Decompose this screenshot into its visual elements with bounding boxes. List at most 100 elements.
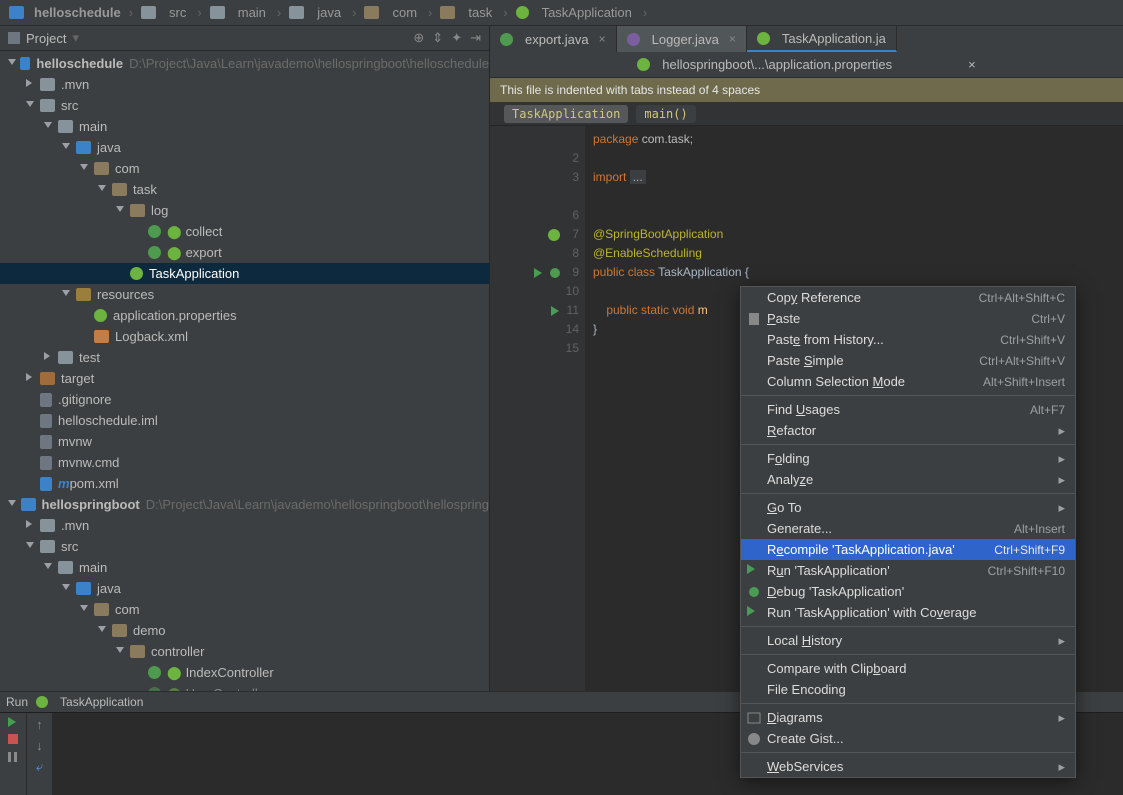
tree-item[interactable]: resources bbox=[97, 287, 154, 302]
menu-run[interactable]: Run 'TaskApplication'Ctrl+Shift+F10 bbox=[741, 560, 1075, 581]
project-icon bbox=[8, 32, 20, 44]
editor-breadcrumb: TaskApplication main() bbox=[490, 102, 1123, 126]
tree-item[interactable]: .mvn bbox=[61, 77, 89, 92]
tree-item[interactable]: java bbox=[97, 581, 121, 596]
tree-item[interactable]: Logback.xml bbox=[115, 329, 188, 344]
tree-item[interactable]: main bbox=[79, 560, 107, 575]
menu-folding[interactable]: Folding▸ bbox=[741, 448, 1075, 469]
tree-root-path: D:\Project\Java\Learn\javademo\hellospri… bbox=[146, 497, 489, 512]
run-label: Run bbox=[6, 695, 28, 709]
collapse-icon[interactable]: ⇕ bbox=[432, 30, 443, 46]
menu-webservices[interactable]: WebServices▸ bbox=[741, 756, 1075, 777]
tab-export[interactable]: export.java× bbox=[490, 26, 617, 52]
tree-item[interactable]: IndexController bbox=[186, 665, 274, 680]
bc-item[interactable]: TaskApplication bbox=[513, 5, 638, 20]
close-icon[interactable]: × bbox=[599, 32, 606, 46]
menu-local-history[interactable]: Local History▸ bbox=[741, 630, 1075, 651]
menu-paste-simple[interactable]: Paste SimpleCtrl+Alt+Shift+V bbox=[741, 350, 1075, 371]
bc-item[interactable]: main bbox=[207, 5, 272, 20]
menu-column-selection[interactable]: Column Selection ModeAlt+Shift+Insert bbox=[741, 371, 1075, 392]
tree-item[interactable]: src bbox=[61, 98, 78, 113]
menu-run-coverage[interactable]: Run 'TaskApplication' with Coverage bbox=[741, 602, 1075, 623]
menu-diagrams[interactable]: Diagrams▸ bbox=[741, 707, 1075, 728]
editor-context-menu: Copy ReferenceCtrl+Alt+Shift+C PasteCtrl… bbox=[740, 286, 1076, 778]
crumb-class[interactable]: TaskApplication bbox=[504, 105, 628, 123]
settings-icon[interactable]: ✦ bbox=[451, 30, 462, 46]
tree-item[interactable]: main bbox=[79, 119, 107, 134]
menu-debug[interactable]: Debug 'TaskApplication' bbox=[741, 581, 1075, 602]
tree-item[interactable]: log bbox=[151, 203, 168, 218]
tree-item[interactable]: .mvn bbox=[61, 518, 89, 533]
menu-create-gist[interactable]: Create Gist... bbox=[741, 728, 1075, 749]
menu-paste-history[interactable]: Paste from History...Ctrl+Shift+V bbox=[741, 329, 1075, 350]
crumb-method[interactable]: main() bbox=[636, 105, 695, 123]
tree-item[interactable]: controller bbox=[151, 644, 204, 659]
tree-root[interactable]: hellospringboot bbox=[42, 497, 140, 512]
tree-item[interactable]: UserController bbox=[186, 686, 270, 691]
bc-item[interactable]: helloschedule bbox=[6, 5, 124, 20]
menu-paste[interactable]: PasteCtrl+V bbox=[741, 308, 1075, 329]
locate-icon[interactable]: ⊕ bbox=[413, 30, 424, 46]
run-gutter-icon[interactable] bbox=[534, 268, 544, 278]
bc-item[interactable]: task bbox=[437, 5, 498, 20]
tree-item[interactable]: pom.xml bbox=[70, 476, 119, 491]
menu-generate[interactable]: Generate...Alt+Insert bbox=[741, 518, 1075, 539]
run-icon bbox=[747, 564, 761, 578]
tree-item[interactable]: test bbox=[79, 350, 100, 365]
tab-properties[interactable]: hellospringboot\...\application.properti… bbox=[623, 57, 989, 72]
tab-taskapplication[interactable]: TaskApplication.ja bbox=[747, 26, 897, 52]
menu-copy-reference[interactable]: Copy ReferenceCtrl+Alt+Shift+C bbox=[741, 287, 1075, 308]
pause-icon[interactable] bbox=[7, 751, 19, 763]
down-icon[interactable]: ↓ bbox=[36, 738, 43, 753]
tree-item[interactable]: collect bbox=[186, 224, 223, 239]
tree-item[interactable]: export bbox=[186, 245, 222, 260]
rerun-icon[interactable] bbox=[8, 717, 18, 727]
bc-item[interactable]: java bbox=[286, 5, 347, 20]
menu-recompile[interactable]: Recompile 'TaskApplication.java'Ctrl+Shi… bbox=[741, 539, 1075, 560]
tree-item[interactable]: application.properties bbox=[113, 308, 237, 323]
project-tool-window: Project ▾ ⊕ ⇕ ✦ ⇥ helloscheduleD:\Projec… bbox=[0, 26, 490, 691]
close-icon[interactable]: × bbox=[729, 32, 736, 46]
menu-analyze[interactable]: Analyze▸ bbox=[741, 469, 1075, 490]
tree-item[interactable]: com bbox=[115, 602, 140, 617]
stop-icon[interactable] bbox=[7, 733, 19, 745]
tree-root[interactable]: helloschedule bbox=[36, 56, 123, 71]
tab-logger[interactable]: Logger.java× bbox=[617, 26, 747, 52]
up-icon[interactable]: ↑ bbox=[36, 717, 43, 732]
tree-item[interactable]: com bbox=[115, 161, 140, 176]
menu-goto[interactable]: Go To▸ bbox=[741, 497, 1075, 518]
tree-item[interactable]: target bbox=[61, 371, 94, 386]
run-toolbar-2: ↑ ↓ ⤶ bbox=[26, 713, 52, 795]
project-tree[interactable]: helloschedule D:\Project\Java\Learn\javad… bbox=[0, 51, 489, 691]
wrap-icon[interactable]: ⤶ bbox=[36, 759, 43, 775]
run-config-tab[interactable]: TaskApplication bbox=[36, 695, 143, 709]
menu-refactor[interactable]: Refactor▸ bbox=[741, 420, 1075, 441]
bc-item[interactable]: com bbox=[361, 5, 423, 20]
tree-item[interactable]: task bbox=[133, 182, 157, 197]
coverage-icon bbox=[747, 606, 761, 620]
close-icon[interactable]: × bbox=[968, 57, 976, 72]
github-icon bbox=[747, 732, 761, 746]
tree-item[interactable]: mvnw bbox=[58, 434, 92, 449]
tree-item[interactable]: .gitignore bbox=[58, 392, 111, 407]
menu-find-usages[interactable]: Find UsagesAlt+F7 bbox=[741, 399, 1075, 420]
gutter: 2 3 6 7 8 9 10 11 14 15 bbox=[490, 126, 585, 691]
hide-icon[interactable]: ⇥ bbox=[470, 30, 481, 46]
tree-item[interactable]: demo bbox=[133, 623, 166, 638]
run-gutter-icon[interactable] bbox=[551, 306, 561, 316]
tree-item[interactable]: src bbox=[61, 539, 78, 554]
tree-item[interactable]: helloschedule.iml bbox=[58, 413, 158, 428]
run-toolbar-left bbox=[0, 713, 26, 795]
bc-item[interactable]: src bbox=[138, 5, 192, 20]
editor-tabs: export.java× Logger.java× TaskApplicatio… bbox=[490, 26, 1123, 52]
breadcrumb-bar: helloschedule› src› main› java› com› tas… bbox=[0, 0, 1123, 26]
menu-file-encoding[interactable]: File Encoding bbox=[741, 679, 1075, 700]
tree-item[interactable]: mvnw.cmd bbox=[58, 455, 119, 470]
tree-item[interactable]: java bbox=[97, 140, 121, 155]
diagram-icon bbox=[747, 711, 761, 725]
bug-icon bbox=[747, 585, 761, 599]
tree-root-path: D:\Project\Java\Learn\javademo\hellospri… bbox=[129, 56, 489, 71]
tree-item-selected[interactable]: TaskApplication bbox=[0, 263, 489, 284]
menu-compare-clipboard[interactable]: Compare with Clipboard bbox=[741, 658, 1075, 679]
indentation-warning: This file is indented with tabs instead … bbox=[490, 78, 1123, 102]
